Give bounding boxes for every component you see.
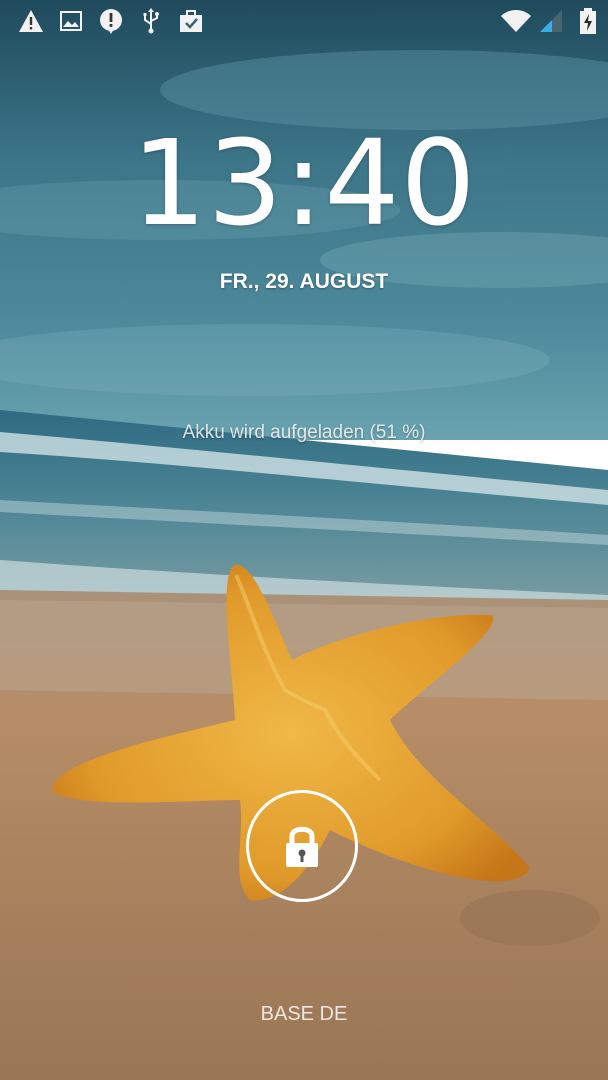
alert-bubble-icon [100, 9, 122, 34]
image-icon [60, 11, 82, 31]
carrier-name: BASE DE [260, 1003, 348, 1025]
battery-charging-icon [580, 8, 596, 34]
status-bar [0, 0, 608, 44]
lock-icon [286, 826, 318, 867]
date-label: FR., 29. AUGUST [219, 270, 389, 293]
clock-time: 13:40 [131, 114, 477, 252]
charging-status: Akku wird aufgeladen (51 %) [182, 422, 426, 443]
warning-icon [19, 10, 43, 32]
lock-screen: 13:40 FR., 29. AUGUST Akku wird aufgelad… [0, 0, 608, 1080]
wifi-icon [501, 10, 531, 32]
briefcase-check-icon [180, 10, 202, 32]
signal-icon [540, 10, 562, 32]
usb-icon [143, 8, 159, 34]
unlock-button[interactable] [246, 790, 358, 902]
